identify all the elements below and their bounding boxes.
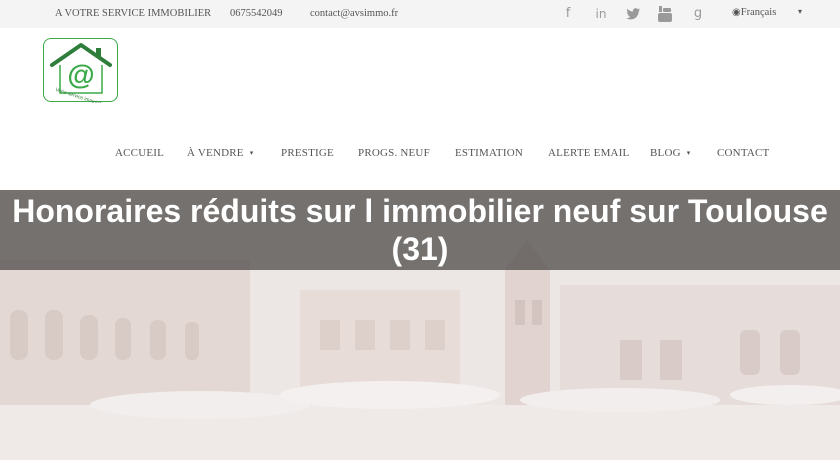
youtube-icon[interactable] — [657, 5, 673, 23]
nav-item-a-vendre[interactable]: À VENDRE ▾ — [187, 147, 253, 165]
twitter-icon[interactable] — [625, 5, 641, 23]
google-plus-icon[interactable]: g — [690, 5, 706, 23]
language-label: Français — [740, 7, 777, 18]
globe-icon: ◉ — [732, 7, 741, 18]
hero-banner: Honoraires réduits sur l immobilier neuf… — [0, 190, 840, 460]
site-header: @ Votre service immobilier ACCUEIL À VEN… — [0, 28, 840, 190]
chevron-down-icon: ▾ — [798, 7, 803, 16]
linkedin-icon[interactable]: in — [591, 5, 611, 23]
nav-item-prestige[interactable]: PRESTIGE — [281, 147, 334, 165]
language-selector[interactable]: ◉Français ▾ — [732, 7, 802, 18]
nav-item-blog[interactable]: BLOG ▾ — [650, 147, 690, 165]
nav-item-alerte-email[interactable]: ALERTE EMAIL — [548, 147, 629, 165]
facebook-icon[interactable]: f — [560, 5, 576, 23]
nav-item-contact[interactable]: CONTACT — [717, 147, 769, 165]
chevron-down-icon: ▾ — [249, 149, 254, 157]
top-bar: A VOTRE SERVICE IMMOBILIER 0675542049 co… — [0, 0, 840, 28]
email-link[interactable]: contact@avsimmo.fr — [310, 8, 398, 19]
phone-number[interactable]: 0675542049 — [230, 8, 283, 19]
nav-item-accueil[interactable]: ACCUEIL — [115, 147, 164, 165]
nav-item-progs-neuf[interactable]: PROGS. NEUF — [358, 147, 430, 165]
nav-item-estimation[interactable]: ESTIMATION — [455, 147, 523, 165]
site-logo[interactable]: @ Votre service immobilier — [43, 38, 118, 103]
company-name: A VOTRE SERVICE IMMOBILIER — [55, 8, 212, 19]
svg-text:@: @ — [67, 59, 94, 90]
page-title: Honoraires réduits sur l immobilier neuf… — [12, 193, 828, 267]
title-banner: Honoraires réduits sur l immobilier neuf… — [0, 190, 840, 270]
chevron-down-icon: ▾ — [686, 149, 691, 157]
